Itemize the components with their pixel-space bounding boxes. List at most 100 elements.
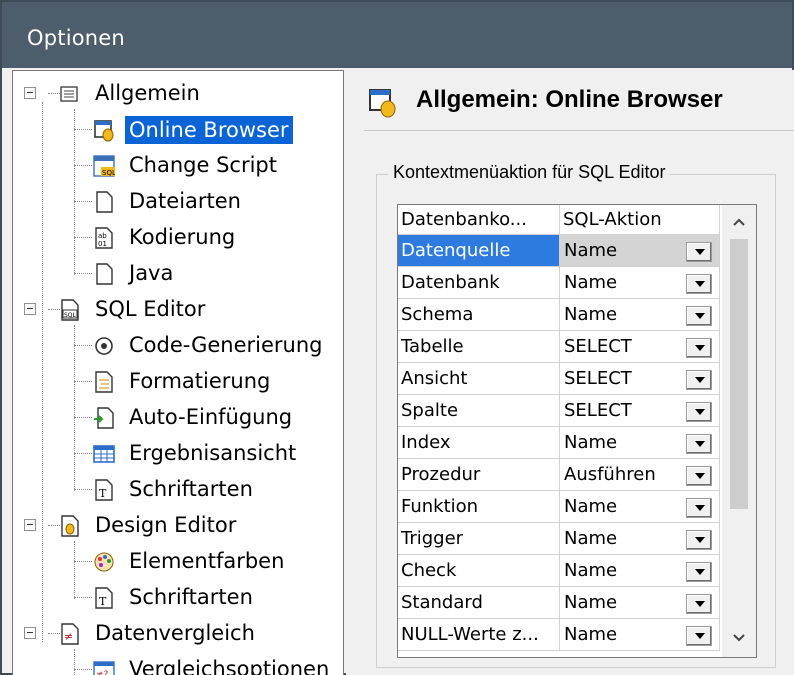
change-script-icon: SQL xyxy=(93,155,115,177)
tree-label: Design Editor xyxy=(95,513,237,537)
database-object-cell[interactable]: Check xyxy=(398,555,560,587)
sql-action-select[interactable]: Name xyxy=(560,555,720,587)
tree-item-ergebnisansicht[interactable]: Ergebnisansicht xyxy=(13,438,343,470)
database-object-cell[interactable]: Tabelle xyxy=(398,331,560,363)
online-browser-icon xyxy=(369,89,396,118)
table-row[interactable]: Ansicht SELECT xyxy=(398,363,720,395)
dropdown-arrow-icon[interactable] xyxy=(686,274,712,294)
svg-text:ab: ab xyxy=(98,232,107,240)
group-title: Kontextmenüaktion für SQL Editor xyxy=(388,162,671,183)
sql-action-select[interactable]: Name xyxy=(560,299,720,331)
sql-action-value: Name xyxy=(564,432,618,453)
scroll-up-icon[interactable] xyxy=(732,215,746,229)
database-object-cell[interactable]: Datenbank xyxy=(398,267,560,299)
sql-action-select[interactable]: Ausführen xyxy=(560,459,720,491)
table-row[interactable]: Prozedur Ausführen xyxy=(398,459,720,491)
sql-action-select[interactable]: SELECT xyxy=(560,363,720,395)
database-object-cell[interactable]: Standard xyxy=(398,587,560,619)
table-row[interactable]: Standard Name xyxy=(398,587,720,619)
tree-item-change-script[interactable]: SQL Change Script xyxy=(13,150,343,182)
sql-action-select[interactable]: Name xyxy=(560,619,720,651)
tree-item-auto-einfuegung[interactable]: Auto-Einfügung xyxy=(13,402,343,434)
table-row[interactable]: NULL-Werte z... Name xyxy=(398,619,720,651)
dropdown-arrow-icon[interactable] xyxy=(686,466,712,486)
sql-action-select[interactable]: Name xyxy=(560,427,720,459)
dropdown-arrow-icon[interactable] xyxy=(686,530,712,550)
tree-label: Allgemein xyxy=(95,81,200,105)
sql-action-select[interactable]: Name xyxy=(560,235,720,267)
dropdown-arrow-icon[interactable] xyxy=(686,338,712,358)
tree-item-design-editor[interactable]: Design Editor xyxy=(13,510,343,542)
database-object-cell[interactable]: Funktion xyxy=(398,491,560,523)
sql-action-select[interactable]: Name xyxy=(560,523,720,555)
database-object-cell[interactable]: Datenquelle xyxy=(398,235,560,267)
table-row[interactable]: Spalte SELECT xyxy=(398,395,720,427)
database-object-cell[interactable]: Spalte xyxy=(398,395,560,427)
dropdown-arrow-icon[interactable] xyxy=(686,242,712,262)
table-row[interactable]: Index Name xyxy=(398,427,720,459)
compare-options-icon: ≠? xyxy=(93,661,115,675)
tree-item-sql-editor[interactable]: SQL SQL Editor xyxy=(13,294,343,326)
database-object-cell[interactable]: NULL-Werte z... xyxy=(398,619,560,651)
sql-action-select[interactable]: Name xyxy=(560,491,720,523)
code-generation-icon xyxy=(95,337,113,355)
table-row[interactable]: Schema Name xyxy=(398,299,720,331)
dropdown-arrow-icon[interactable] xyxy=(686,626,712,646)
database-object-cell[interactable]: Prozedur xyxy=(398,459,560,491)
tree-item-vergleichsoptionen[interactable]: ≠? Vergleichsoptionen xyxy=(13,654,343,675)
database-object-cell[interactable]: Ansicht xyxy=(398,363,560,395)
tree-item-datenvergleich[interactable]: ≠ Datenvergleich xyxy=(13,618,343,650)
sql-action-select[interactable]: Name xyxy=(560,267,720,299)
tree-item-schriftarten-sql[interactable]: T Schriftarten xyxy=(13,474,343,506)
sql-action-select[interactable]: SELECT xyxy=(560,395,720,427)
sql-action-select[interactable]: SELECT xyxy=(560,331,720,363)
tree-label: SQL Editor xyxy=(95,297,206,321)
sql-action-value: SELECT xyxy=(564,400,632,421)
database-object-cell[interactable]: Schema xyxy=(398,299,560,331)
table-row[interactable]: Datenquelle Name xyxy=(398,235,720,267)
tree-item-dateiarten[interactable]: Dateiarten xyxy=(13,186,343,218)
collapse-icon[interactable] xyxy=(24,519,36,531)
table-row[interactable]: Check Name xyxy=(398,555,720,587)
database-object-cell[interactable]: Index xyxy=(398,427,560,459)
database-object-cell[interactable]: Trigger xyxy=(398,523,560,555)
tree-label: Vergleichsoptionen xyxy=(129,657,330,675)
table-row[interactable]: Datenbank Name xyxy=(398,267,720,299)
tree-item-online-browser[interactable]: Online Browser xyxy=(13,114,343,146)
dropdown-arrow-icon[interactable] xyxy=(686,498,712,518)
collapse-icon[interactable] xyxy=(24,627,36,639)
options-tree[interactable]: Allgemein Online Browser SQL Change Scri… xyxy=(12,70,344,675)
window-title: Optionen xyxy=(27,26,125,50)
sql-action-select[interactable]: Name xyxy=(560,587,720,619)
tree-label: Online Browser xyxy=(125,116,293,144)
dropdown-arrow-icon[interactable] xyxy=(686,562,712,582)
scrollbar-thumb[interactable] xyxy=(730,239,748,509)
svg-text:SQL: SQL xyxy=(102,169,115,177)
result-view-icon xyxy=(93,445,115,463)
collapse-icon[interactable] xyxy=(24,303,36,315)
dropdown-arrow-icon[interactable] xyxy=(686,370,712,390)
dropdown-arrow-icon[interactable] xyxy=(686,594,712,614)
column-header-object[interactable]: Datenbanko... xyxy=(398,205,560,235)
tree-item-code-generierung[interactable]: Code-Generierung xyxy=(13,330,343,362)
dropdown-arrow-icon[interactable] xyxy=(686,402,712,422)
table-row[interactable]: Tabelle SELECT xyxy=(398,331,720,363)
general-settings-icon xyxy=(60,86,78,102)
tree-item-java[interactable]: Java xyxy=(13,258,343,290)
column-header-action[interactable]: SQL-Aktion xyxy=(560,205,720,235)
sql-action-grid[interactable]: Datenbanko... SQL-Aktion Datenquelle Name… xyxy=(397,204,757,658)
tree-item-kodierung[interactable]: ab 01 Kodierung xyxy=(13,222,343,254)
online-browser-icon xyxy=(94,120,114,142)
scroll-down-icon[interactable] xyxy=(732,631,746,645)
table-row[interactable]: Trigger Name xyxy=(398,523,720,555)
table-row[interactable]: Funktion Name xyxy=(398,491,720,523)
collapse-icon[interactable] xyxy=(24,87,36,99)
dropdown-arrow-icon[interactable] xyxy=(686,306,712,326)
sql-action-value: SELECT xyxy=(564,368,632,389)
tree-item-schriftarten-design[interactable]: T Schriftarten xyxy=(13,582,343,614)
tree-item-formatierung[interactable]: Formatierung xyxy=(13,366,343,398)
tree-item-elementfarben[interactable]: Elementfarben xyxy=(13,546,343,578)
tree-item-allgemein[interactable]: Allgemein xyxy=(13,78,343,110)
dropdown-arrow-icon[interactable] xyxy=(686,434,712,454)
vertical-scrollbar[interactable] xyxy=(722,205,756,657)
